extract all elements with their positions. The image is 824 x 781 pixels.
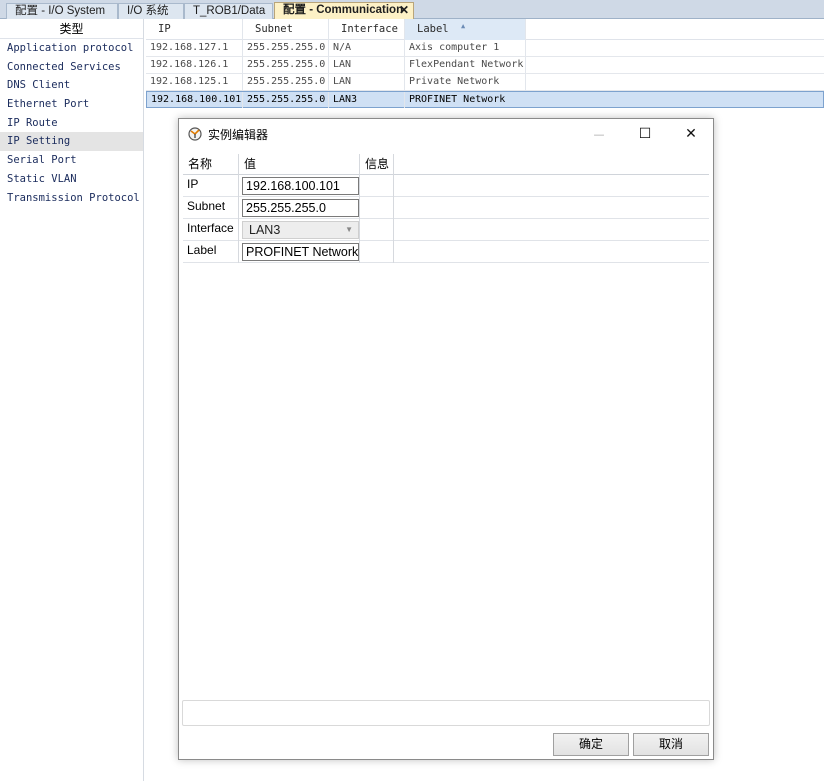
cell-ip: 192.168.100.101 xyxy=(147,92,243,108)
dialog-title: 实例编辑器 xyxy=(208,128,269,142)
sort-ascending-icon: ▲ xyxy=(461,22,466,30)
cell-interface: LAN3 xyxy=(329,92,405,108)
type-item-dns-client[interactable]: DNS Client xyxy=(0,76,143,95)
property-info-cell xyxy=(360,197,394,219)
cell-label: Axis computer 1 xyxy=(405,40,526,56)
column-header-ip[interactable]: IP xyxy=(146,19,243,40)
interface-select[interactable]: LAN3 ▼ xyxy=(242,221,359,239)
column-header-value[interactable]: 值 xyxy=(239,154,360,175)
subnet-input[interactable]: 255.255.255.0 xyxy=(242,199,359,217)
dialog-title-bar[interactable]: 实例编辑器 — ☐ ✕ xyxy=(179,119,713,149)
grid-header: IP Subnet Interface Label ▲ xyxy=(146,19,824,40)
maximize-icon: ☐ xyxy=(638,126,652,142)
cell-subnet: 255.255.255.0 xyxy=(243,92,329,108)
column-header-label-text: Label xyxy=(417,23,449,35)
cell-subnet: 255.255.255.0 xyxy=(243,74,329,90)
instance-grid: IP Subnet Interface Label ▲ 192.168.127.… xyxy=(146,19,824,108)
interface-select-value: LAN3 xyxy=(249,223,281,237)
table-row-selected[interactable]: 192.168.100.101 255.255.255.0 LAN3 PROFI… xyxy=(146,91,824,108)
property-value-cell: LAN3 ▼ xyxy=(239,219,360,241)
cell-label: FlexPendant Network xyxy=(405,57,526,73)
property-value-cell: PROFINET Network xyxy=(239,241,360,263)
close-icon: ✕ xyxy=(685,126,697,142)
type-list-header: 类型 xyxy=(0,19,143,39)
tab-label: I/O 系统 xyxy=(127,5,169,17)
column-header-label[interactable]: Label ▲ xyxy=(405,19,526,40)
type-item-ip-route[interactable]: IP Route xyxy=(0,114,143,133)
ok-button[interactable]: 确定 xyxy=(553,733,629,756)
property-info-cell xyxy=(360,175,394,197)
property-value-cell: 192.168.100.101 xyxy=(239,175,360,197)
instance-editor-dialog: 实例编辑器 — ☐ ✕ 名称 值 信息 IP 192.168.100.101 S… xyxy=(178,118,714,760)
property-row-label: Label PROFINET Network xyxy=(183,241,709,263)
close-button[interactable]: ✕ xyxy=(668,119,714,149)
property-row-interface: Interface LAN3 ▼ xyxy=(183,219,709,241)
tab-io-system-config[interactable]: 配置 - I/O System xyxy=(6,3,118,19)
column-header-subnet[interactable]: Subnet xyxy=(243,19,329,40)
label-input[interactable]: PROFINET Network xyxy=(242,243,359,261)
cancel-button[interactable]: 取消 xyxy=(633,733,709,756)
column-header-name[interactable]: 名称 xyxy=(183,154,239,175)
property-name: Interface xyxy=(183,219,239,241)
cell-interface: LAN xyxy=(329,74,405,90)
property-value-cell: 255.255.255.0 xyxy=(239,197,360,219)
property-name: Label xyxy=(183,241,239,263)
table-row[interactable]: 192.168.126.1 255.255.255.0 LAN FlexPend… xyxy=(146,57,824,74)
property-row-ip: IP 192.168.100.101 xyxy=(183,175,709,197)
minimize-button[interactable]: — xyxy=(576,119,622,149)
tab-io-system[interactable]: I/O 系统 xyxy=(118,3,184,19)
property-row-subnet: Subnet 255.255.255.0 xyxy=(183,197,709,219)
cell-ip: 192.168.126.1 xyxy=(146,57,243,73)
table-row[interactable]: 192.168.127.1 255.255.255.0 N/A Axis com… xyxy=(146,40,824,57)
cell-subnet: 255.255.255.0 xyxy=(243,57,329,73)
cell-ip: 192.168.125.1 xyxy=(146,74,243,90)
minimize-icon: — xyxy=(593,128,605,141)
type-item-ip-setting[interactable]: IP Setting xyxy=(0,132,143,152)
ip-input[interactable]: 192.168.100.101 xyxy=(242,177,359,195)
column-header-interface[interactable]: Interface xyxy=(329,19,405,40)
type-list-panel: 类型 Application protocol Connected Servic… xyxy=(0,19,144,781)
tab-label: 配置 - Communication xyxy=(283,4,404,16)
property-info-cell xyxy=(360,219,394,241)
tab-label: T_ROB1/Data xyxy=(193,5,266,17)
cell-label: Private Network xyxy=(405,74,526,90)
editor-app-icon xyxy=(188,127,202,141)
cell-interface: N/A xyxy=(329,40,405,56)
cell-subnet: 255.255.255.0 xyxy=(243,40,329,56)
document-tab-bar: 配置 - I/O System I/O 系统 T_ROB1/Data 配置 - … xyxy=(0,0,824,19)
property-name: IP xyxy=(183,175,239,197)
maximize-button[interactable]: ☐ xyxy=(622,119,668,149)
property-name: Subnet xyxy=(183,197,239,219)
tab-rob1-data[interactable]: T_ROB1/Data xyxy=(184,3,273,19)
type-item-serial-port[interactable]: Serial Port xyxy=(0,151,143,170)
chevron-down-icon: ▼ xyxy=(345,225,353,234)
type-item-transmission-protocol[interactable]: Transmission Protocol xyxy=(0,189,143,208)
cell-interface: LAN xyxy=(329,57,405,73)
cell-label: PROFINET Network xyxy=(409,94,506,105)
property-grid: 名称 值 信息 IP 192.168.100.101 Subnet 255.25… xyxy=(183,154,709,263)
property-grid-header: 名称 值 信息 xyxy=(183,154,709,175)
tab-communication-config[interactable]: 配置 - Communication ✕ xyxy=(274,2,414,19)
type-item-ethernet-port[interactable]: Ethernet Port xyxy=(0,95,143,114)
type-item-static-vlan[interactable]: Static VLAN xyxy=(0,170,143,189)
tab-label: 配置 - I/O System xyxy=(15,5,106,17)
close-icon[interactable]: ✕ xyxy=(399,3,409,18)
cell-ip: 192.168.127.1 xyxy=(146,40,243,56)
property-info-cell xyxy=(360,241,394,263)
column-header-info[interactable]: 信息 xyxy=(360,154,394,175)
type-item-application-protocol[interactable]: Application protocol xyxy=(0,39,143,58)
type-item-connected-services[interactable]: Connected Services xyxy=(0,58,143,77)
description-box xyxy=(182,700,710,726)
table-row[interactable]: 192.168.125.1 255.255.255.0 LAN Private … xyxy=(146,74,824,91)
